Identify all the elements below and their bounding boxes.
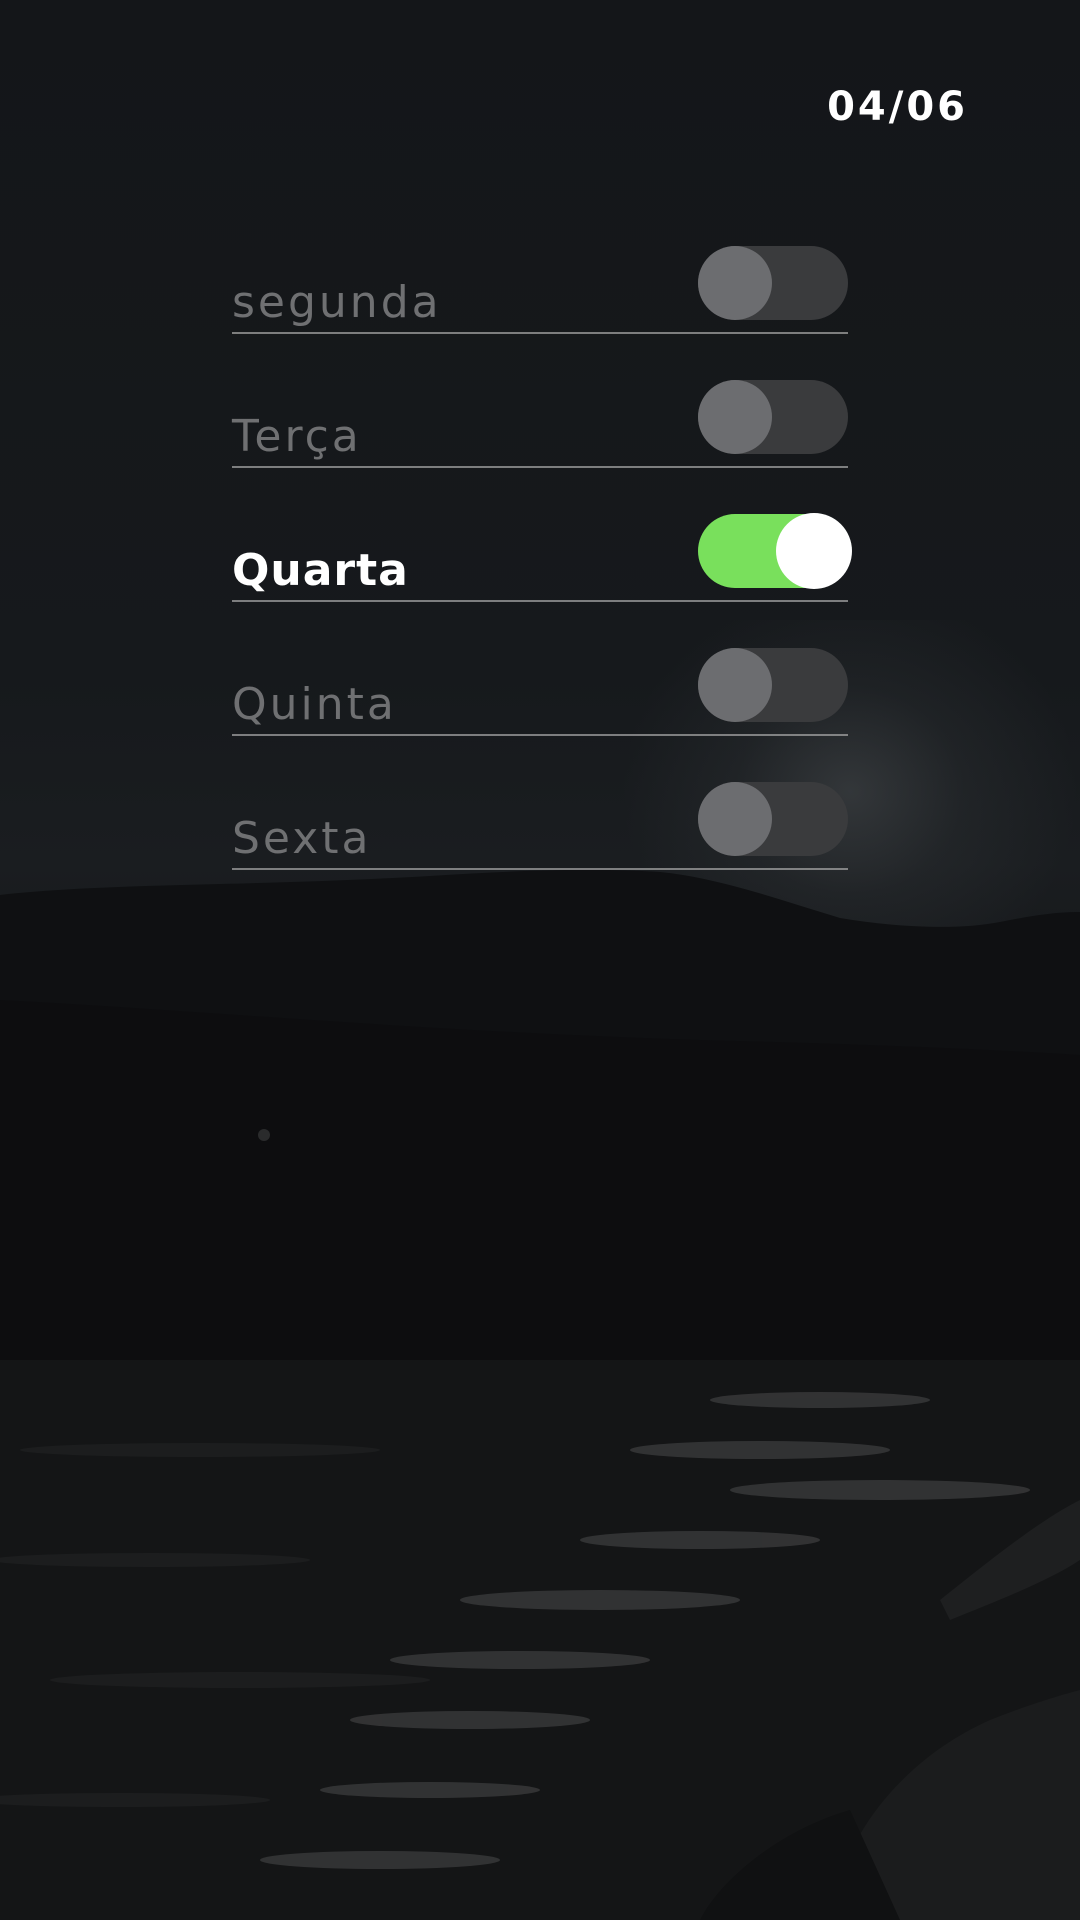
page-counter: 04/06 (827, 84, 968, 130)
day-row-sexta: Sexta (232, 736, 848, 870)
toggle-knob (698, 648, 772, 722)
toggle-knob (776, 513, 852, 589)
toggle-knob (698, 782, 772, 856)
day-row-terca: Terça (232, 334, 848, 468)
toggle-sexta[interactable] (698, 782, 848, 856)
day-label: Sexta (232, 813, 372, 864)
day-label: Terça (232, 411, 362, 462)
weekday-list: segunda Terça Quarta Quinta Sexta (232, 238, 852, 870)
day-label: Quinta (232, 679, 397, 730)
toggle-knob (698, 380, 772, 454)
toggle-quarta[interactable] (698, 513, 852, 589)
day-row-quarta: Quarta (232, 468, 852, 602)
screen: 04/06 segunda Terça Quarta Quinta Sexta (0, 0, 1080, 1920)
day-label: segunda (232, 277, 442, 328)
toggle-knob (698, 246, 772, 320)
day-label: Quarta (232, 545, 409, 596)
day-row-quinta: Quinta (232, 602, 848, 736)
toggle-segunda[interactable] (698, 246, 848, 320)
day-row-segunda: segunda (232, 238, 848, 334)
toggle-terca[interactable] (698, 380, 848, 454)
toggle-quinta[interactable] (698, 648, 848, 722)
